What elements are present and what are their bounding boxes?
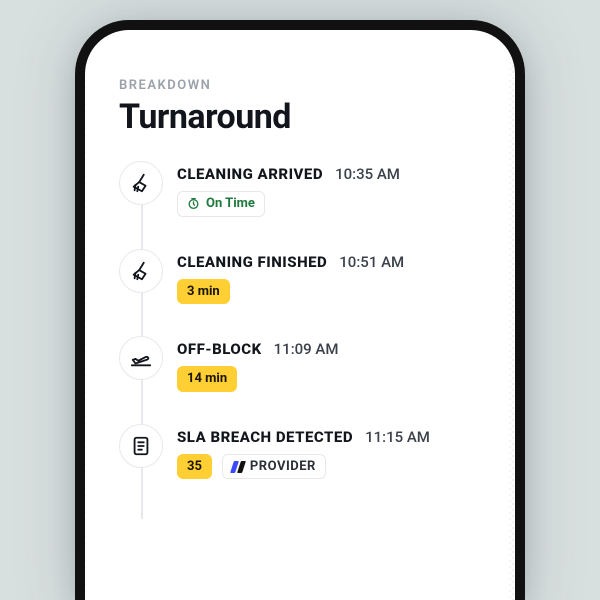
document-icon — [119, 424, 163, 468]
badge-text: PROVIDER — [250, 459, 316, 475]
event-time: 11:15 AM — [365, 428, 430, 446]
event-label: CLEANING FINISHED — [177, 253, 327, 271]
broom-icon — [119, 161, 163, 205]
broom-icon — [119, 249, 163, 293]
provider-badge: PROVIDER — [222, 454, 326, 480]
event-time: 10:35 AM — [335, 165, 400, 183]
screen: BREAKDOWN Turnaround CLEANING ARRIVED 10… — [85, 30, 515, 479]
timeline-event[interactable]: OFF-BLOCK 11:09 AM 14 min — [177, 340, 481, 392]
event-label: CLEANING ARRIVED — [177, 165, 323, 183]
badge-text: 35 — [187, 459, 202, 475]
badge-text: 3 min — [187, 284, 220, 300]
provider-logo-icon — [232, 461, 244, 473]
event-label: SLA BREACH DETECTED — [177, 428, 353, 446]
event-label: OFF-BLOCK — [177, 340, 262, 358]
status-badge-delay: 14 min — [177, 366, 237, 392]
event-time: 10:51 AM — [339, 253, 404, 271]
timeline: CLEANING ARRIVED 10:35 AM On Time — [119, 165, 481, 479]
status-badge-delay: 35 — [177, 454, 212, 480]
section-eyebrow: BREAKDOWN — [119, 78, 481, 93]
event-time: 11:09 AM — [274, 340, 339, 358]
status-badge-ontime: On Time — [177, 191, 265, 217]
takeoff-icon — [119, 336, 163, 380]
device-frame: BREAKDOWN Turnaround CLEANING ARRIVED 10… — [85, 30, 515, 600]
timeline-event[interactable]: CLEANING ARRIVED 10:35 AM On Time — [177, 165, 481, 217]
badge-text: 14 min — [187, 371, 227, 387]
timeline-event[interactable]: CLEANING FINISHED 10:51 AM 3 min — [177, 253, 481, 305]
status-badge-delay: 3 min — [177, 279, 230, 305]
page-title: Turnaround — [119, 97, 481, 137]
timeline-event[interactable]: SLA BREACH DETECTED 11:15 AM 35 PROVIDER — [177, 428, 481, 480]
badge-text: On Time — [206, 196, 255, 212]
